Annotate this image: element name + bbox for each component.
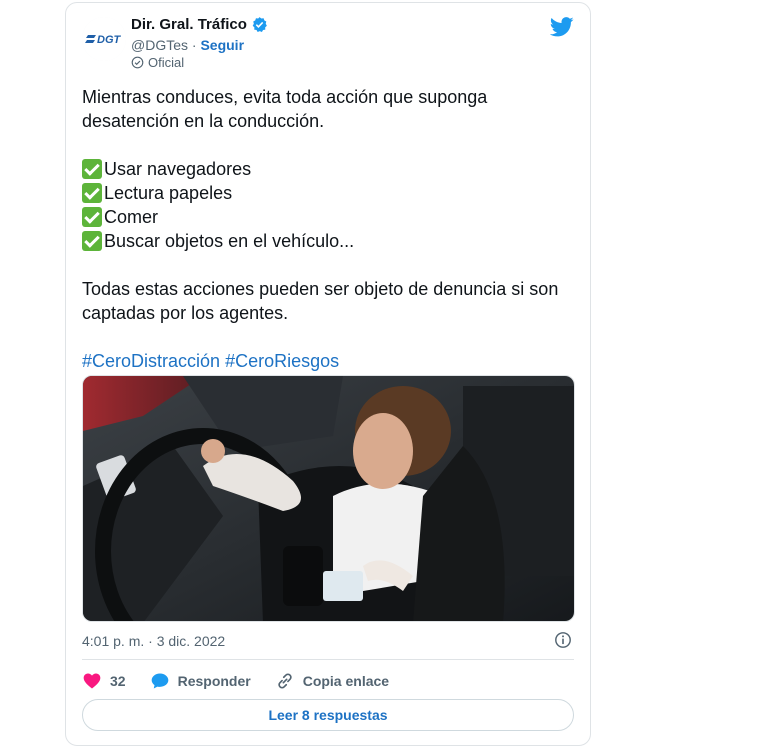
handle[interactable]: @DGTes xyxy=(131,37,188,53)
info-icon[interactable] xyxy=(554,631,572,649)
checklist-item: Usar navegadores xyxy=(82,157,562,181)
read-replies-button[interactable]: Leer 8 respuestas xyxy=(82,699,574,731)
reply-icon xyxy=(151,673,168,689)
svg-text:DGT: DGT xyxy=(97,34,122,46)
hashtag-link[interactable]: #CeroDistracción xyxy=(82,351,220,371)
driver-photo xyxy=(83,376,574,621)
follow-link[interactable]: Seguir xyxy=(200,37,244,53)
handle-separator: · xyxy=(188,37,201,53)
heart-icon xyxy=(83,673,101,689)
dgt-logo-icon: DGT xyxy=(82,17,126,61)
reply-button[interactable]: Responder xyxy=(150,671,251,691)
checklist-item: Buscar objetos en el vehículo... xyxy=(82,229,562,253)
checklist-item-label: Lectura papeles xyxy=(104,183,233,203)
official-label: Oficial xyxy=(148,55,185,70)
display-name[interactable]: Dir. Gral. Tráfico xyxy=(131,16,247,33)
handle-row: @DGTes · Seguir xyxy=(131,37,244,53)
check-icon xyxy=(82,231,102,251)
like-count: 32 xyxy=(110,673,126,689)
check-icon xyxy=(82,183,102,203)
copy-link-label: Copia enlace xyxy=(302,673,390,689)
checklist-item-label: Usar navegadores xyxy=(104,159,252,179)
action-bar: 32 Responder Copia enlace xyxy=(82,671,413,691)
link-icon xyxy=(278,673,292,689)
tweet-intro: Mientras conduces, evita toda acción que… xyxy=(82,87,488,131)
divider xyxy=(82,659,574,660)
copy-link-button[interactable]: Copia enlace xyxy=(275,671,389,691)
tweet-text: Mientras conduces, evita toda acción que… xyxy=(82,85,562,373)
reply-label: Responder xyxy=(177,673,251,689)
checklist-item-label: Comer xyxy=(104,207,159,227)
timestamp[interactable]: 4:01 p. m. · 3 dic. 2022 xyxy=(82,633,225,649)
official-label-row: Oficial xyxy=(131,55,184,70)
verified-icon xyxy=(252,17,267,33)
checklist-item: Lectura papeles xyxy=(82,181,562,205)
checklist-item-label: Buscar objetos en el vehículo... xyxy=(104,231,355,251)
check-icon xyxy=(82,159,102,179)
tweet-closing: Todas estas acciones pueden ser objeto d… xyxy=(82,279,559,323)
name-row: Dir. Gral. Tráfico xyxy=(131,16,268,33)
twitter-logo-icon[interactable] xyxy=(550,17,574,37)
official-icon xyxy=(131,56,144,69)
avatar[interactable]: DGT xyxy=(82,17,126,61)
hashtag-link[interactable]: #CeroRiesgos xyxy=(225,351,339,371)
checklist-item: Comer xyxy=(82,205,562,229)
tweet-card: DGT Dir. Gral. Tráfico @DGTes · Seguir O… xyxy=(65,2,591,746)
tweet-photo[interactable] xyxy=(82,375,575,622)
like-button[interactable]: 32 xyxy=(82,671,126,691)
check-icon xyxy=(82,207,102,227)
hashtags: #CeroDistracción #CeroRiesgos xyxy=(82,349,562,373)
